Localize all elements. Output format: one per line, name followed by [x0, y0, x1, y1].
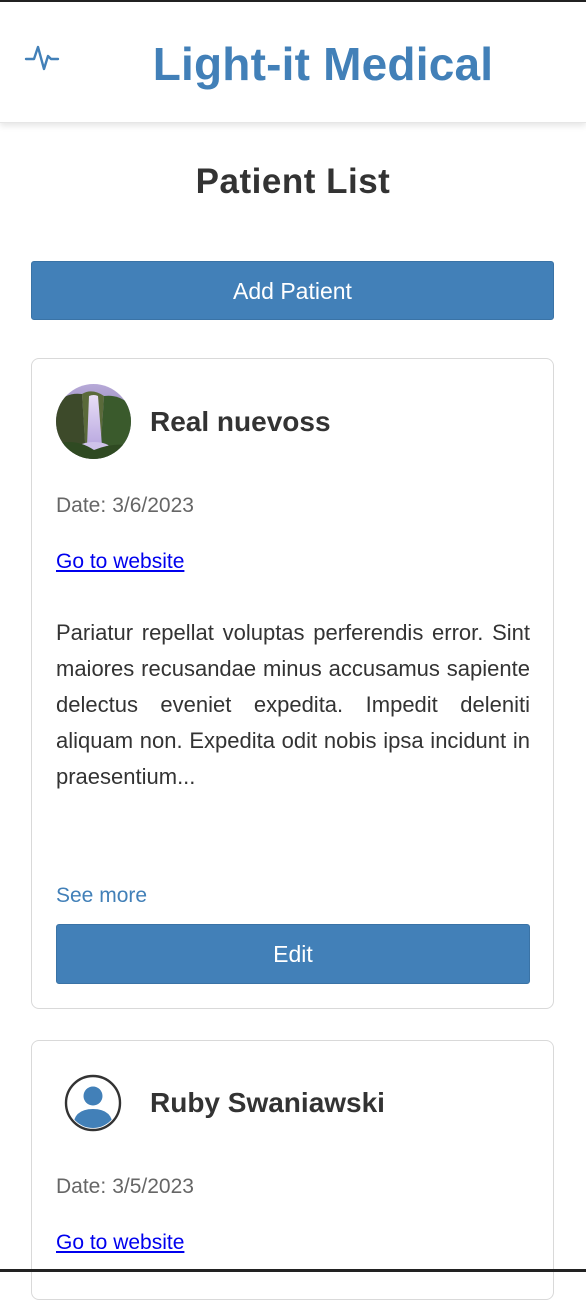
website-link[interactable]: Go to website [56, 549, 184, 575]
patient-card: Ruby Swaniawski Date: 3/5/2023 Go to webs… [31, 1040, 554, 1300]
patient-name: Ruby Swaniawski [150, 1087, 385, 1118]
patient-date: Date: 3/5/2023 [56, 1174, 194, 1200]
patient-description: Pariatur repellat voluptas perferendis e… [56, 620, 530, 789]
patient-avatar [56, 384, 131, 459]
date-label: Date: [56, 1175, 107, 1198]
edit-button[interactable]: Edit [56, 924, 530, 984]
date-value: 3/5/2023 [112, 1175, 194, 1198]
patient-card: Real nuevoss Date: 3/6/2023 Go to website… [31, 358, 554, 1009]
app-title: Light-it Medical [152, 38, 494, 90]
user-circle-icon [64, 1074, 122, 1132]
page-title: Patient List [195, 162, 391, 201]
patient-date: Date: 3/6/2023 [56, 493, 194, 519]
see-more-link[interactable]: See more [56, 883, 147, 909]
add-patient-button[interactable]: Add Patient [31, 261, 554, 320]
date-label: Date: [56, 494, 107, 517]
patient-name: Real nuevoss [150, 406, 331, 437]
heartbeat-icon [24, 40, 60, 76]
date-value: 3/6/2023 [112, 494, 194, 517]
website-link[interactable]: Go to website [56, 1230, 184, 1256]
app-header: Light-it Medical [0, 2, 586, 123]
